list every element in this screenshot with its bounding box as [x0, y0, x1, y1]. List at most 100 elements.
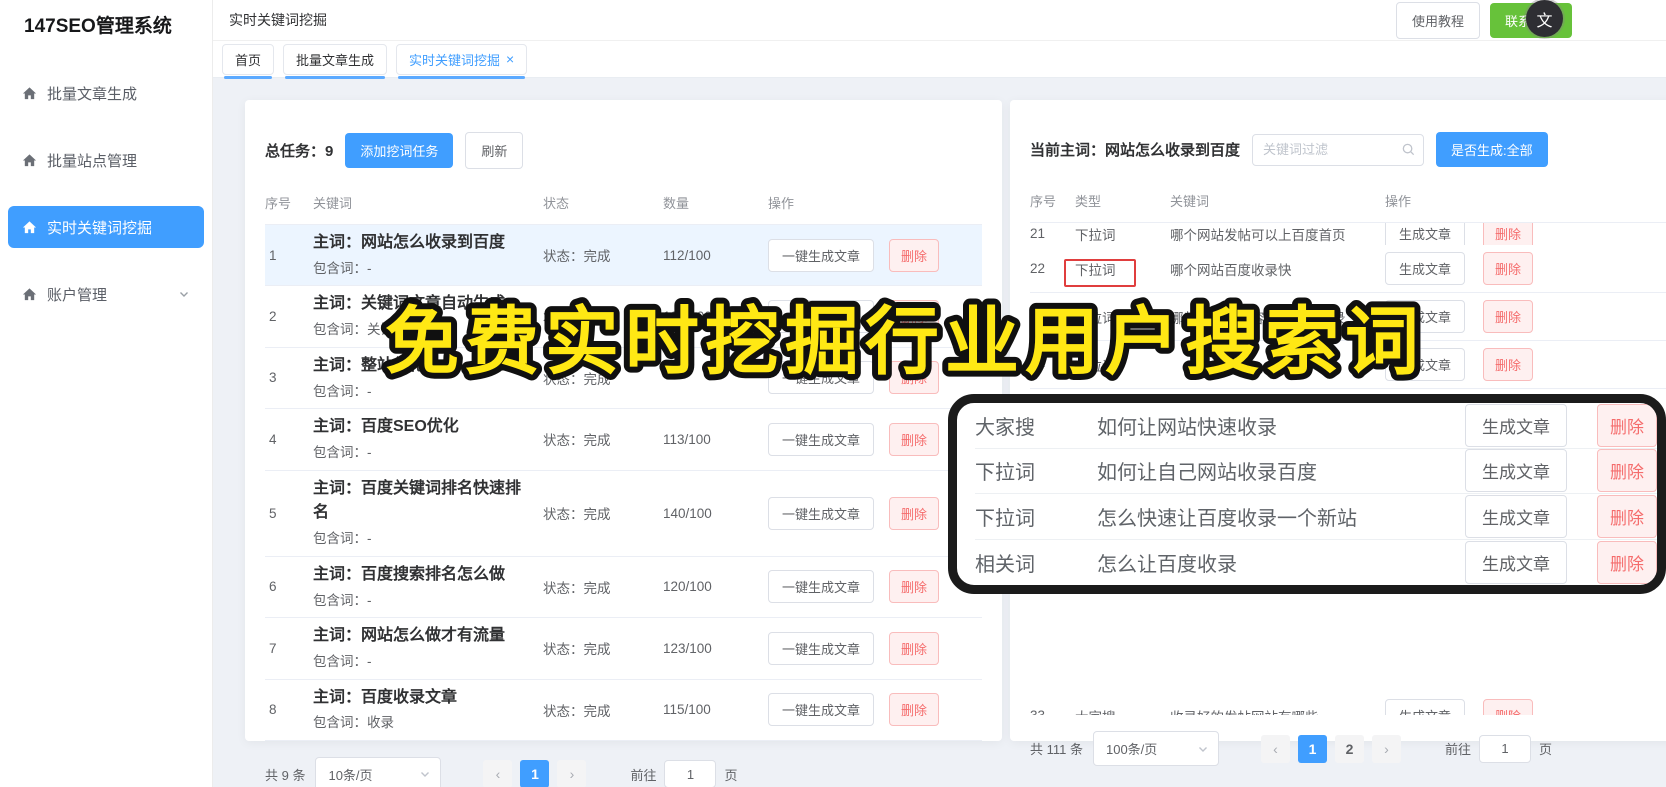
- sidebar-item-keyword-mining[interactable]: 实时关键词挖掘: [8, 206, 204, 248]
- table-row[interactable]: 4 主词：百度SEO优化 包含词：- 状态：完成 113/100 一键生成文章 删除: [265, 409, 982, 471]
- sidebar-item-account[interactable]: 账户管理: [8, 273, 204, 315]
- tab-home[interactable]: 首页: [222, 43, 275, 79]
- refresh-button[interactable]: 刷新: [465, 132, 524, 169]
- generate-article-button[interactable]: 生成文章: [1465, 540, 1567, 584]
- page-number-button[interactable]: 1: [1297, 734, 1327, 763]
- page-size-select[interactable]: 100条/页: [1092, 731, 1219, 766]
- sidebar-item-label: 批量文章生成: [47, 85, 138, 103]
- task-count: 112/100: [663, 247, 711, 263]
- generate-article-button[interactable]: 生成文章: [1465, 403, 1567, 447]
- table-row[interactable]: 2 主词：关键词文章自动生成 包含词：关键词生成 状态：完成 100/100 一键…: [265, 286, 982, 348]
- tab-label: 实时关键词挖掘: [409, 52, 501, 68]
- task-main-keyword: 主词：百度收录文章: [313, 688, 458, 706]
- delete-button[interactable]: 删除: [889, 422, 940, 456]
- task-count: 120/100: [663, 579, 712, 595]
- table-row[interactable]: 3 主词：整站优化 包含词：- 状态：完成 一键生成文章 删除: [265, 348, 982, 410]
- prev-page-button[interactable]: ‹: [1260, 734, 1290, 763]
- col-keyword: 关键词: [313, 196, 353, 211]
- table-row: 33 大家搜 收录好的发帖网站有哪些 生成文章 删除: [1030, 692, 1666, 715]
- keyword-type: 下拉词: [975, 462, 1035, 485]
- generate-article-button[interactable]: 一键生成文章: [768, 422, 875, 456]
- delete-button[interactable]: 删除: [1597, 540, 1657, 584]
- table-row[interactable]: 6 主词：百度搜索排名怎么做 包含词：- 状态：完成 120/100 一键生成文章…: [265, 557, 982, 619]
- keyword-number: 22: [1030, 261, 1046, 276]
- table-row[interactable]: 7 主词：网站怎么做才有流量 包含词：- 状态：完成 123/100 一键生成文章…: [265, 618, 982, 680]
- translate-icon-glyph: 文: [1536, 12, 1553, 30]
- task-status: 状态：完成: [543, 433, 611, 449]
- tab-keyword-mining[interactable]: 实时关键词挖掘 ×: [396, 43, 528, 79]
- task-table-body: 1 主词：网站怎么收录到百度 包含词：- 状态：完成 112/100 一键生成文章…: [265, 225, 982, 741]
- delete-button[interactable]: 删除: [1483, 300, 1534, 333]
- keyword-type: 大家搜: [975, 416, 1035, 439]
- task-count: 113/100: [663, 431, 711, 447]
- task-pagination: 共 9 条 10条/页 ‹ 1 › 前往 页: [265, 756, 982, 787]
- delete-button[interactable]: 删除: [1483, 223, 1534, 245]
- page-number-button[interactable]: 1: [520, 760, 550, 787]
- keyword-type: 下拉词: [975, 507, 1035, 530]
- task-main-keyword: 主词：百度搜索排名怎么做: [313, 565, 506, 583]
- page-size-value: 100条/页: [1105, 742, 1158, 757]
- delete-button[interactable]: 删除: [889, 570, 940, 604]
- task-number: 5: [269, 505, 277, 521]
- generate-article-button[interactable]: 一键生成文章: [768, 238, 875, 272]
- add-task-button[interactable]: 添加挖词任务: [345, 133, 454, 168]
- delete-button[interactable]: 删除: [1483, 348, 1534, 381]
- delete-button[interactable]: 删除: [1597, 494, 1657, 538]
- search-icon: [1401, 142, 1416, 157]
- task-main-keyword: 主词：关键词文章自动生成: [313, 295, 506, 313]
- delete-button[interactable]: 删除: [1597, 403, 1657, 447]
- next-page-button[interactable]: ›: [1371, 734, 1401, 763]
- goto-page-input[interactable]: [1479, 734, 1531, 763]
- delete-button[interactable]: 删除: [1483, 252, 1534, 285]
- table-row[interactable]: 8 主词：百度收录文章 包含词：收录 状态：完成 115/100 一键生成文章 删除: [265, 680, 982, 741]
- delete-button[interactable]: 删除: [889, 300, 940, 334]
- delete-button[interactable]: 删除: [1597, 449, 1657, 493]
- generate-article-button[interactable]: 生成文章: [1385, 348, 1466, 381]
- generate-article-button[interactable]: 生成文章: [1385, 252, 1466, 285]
- generate-all-button[interactable]: 是否生成:全部: [1436, 132, 1548, 167]
- prev-page-button[interactable]: ‹: [483, 760, 513, 787]
- generate-article-button[interactable]: 一键生成文章: [768, 631, 875, 665]
- generate-article-button[interactable]: 生成文章: [1385, 223, 1466, 245]
- close-icon[interactable]: ×: [506, 52, 514, 66]
- keyword-filter: [1252, 133, 1425, 166]
- generate-article-button[interactable]: 生成文章: [1385, 300, 1466, 333]
- chevron-down-icon: [419, 768, 431, 780]
- table-row[interactable]: 1 主词：网站怎么收录到百度 包含词：- 状态：完成 112/100 一键生成文章…: [265, 225, 982, 287]
- next-page-button[interactable]: ›: [557, 760, 587, 787]
- generate-article-button[interactable]: 一键生成文章: [768, 570, 875, 604]
- generate-article-button[interactable]: 一键生成文章: [768, 693, 875, 727]
- delete-button[interactable]: 删除: [1483, 699, 1534, 715]
- task-include-words: 包含词：-: [313, 653, 372, 669]
- generate-article-button[interactable]: 生成文章: [1385, 699, 1466, 715]
- goto-page-input[interactable]: [664, 760, 717, 787]
- page-size-value: 10条/页: [328, 767, 373, 783]
- generate-article-button[interactable]: 生成文章: [1465, 449, 1567, 493]
- task-include-words: 包含词：收录: [313, 715, 394, 731]
- delete-button[interactable]: 删除: [889, 496, 940, 530]
- page-number-button[interactable]: 2: [1334, 734, 1364, 763]
- delete-button[interactable]: 删除: [889, 361, 940, 395]
- keyword-filter-input[interactable]: [1252, 133, 1425, 166]
- total-tasks-value: 9: [325, 143, 334, 160]
- generate-article-button[interactable]: 一键生成文章: [768, 496, 875, 530]
- col-count: 数量: [663, 196, 690, 211]
- tutorial-button[interactable]: 使用教程: [1395, 1, 1480, 39]
- keyword-text: 如何让自己网站收录百度: [1097, 462, 1317, 485]
- top-header: 实时关键词挖掘 使用教程 联系客服: [213, 0, 1666, 41]
- translate-icon[interactable]: 文: [1526, 0, 1563, 37]
- delete-button[interactable]: 删除: [889, 238, 940, 272]
- sidebar-item-batch-site[interactable]: 批量站点管理: [8, 139, 204, 181]
- tab-batch-article[interactable]: 批量文章生成: [283, 43, 388, 79]
- delete-button[interactable]: 删除: [889, 631, 940, 665]
- task-number: 7: [269, 640, 277, 656]
- generate-article-button[interactable]: 一键生成文章: [768, 361, 875, 395]
- generate-article-button[interactable]: 一键生成文章: [768, 300, 875, 334]
- generate-article-button[interactable]: 生成文章: [1465, 494, 1567, 538]
- page-size-select[interactable]: 10条/页: [315, 756, 442, 787]
- table-row[interactable]: 5 主词：百度关键词排名快速排名 包含词：- 状态：完成 140/100 一键生成…: [265, 471, 982, 557]
- delete-button[interactable]: 删除: [889, 693, 940, 727]
- keyword-text: 收录好的发帖网站有哪些: [1170, 706, 1385, 716]
- task-status: 状态：完成: [543, 580, 611, 596]
- sidebar-item-batch-article[interactable]: 批量文章生成: [8, 72, 204, 114]
